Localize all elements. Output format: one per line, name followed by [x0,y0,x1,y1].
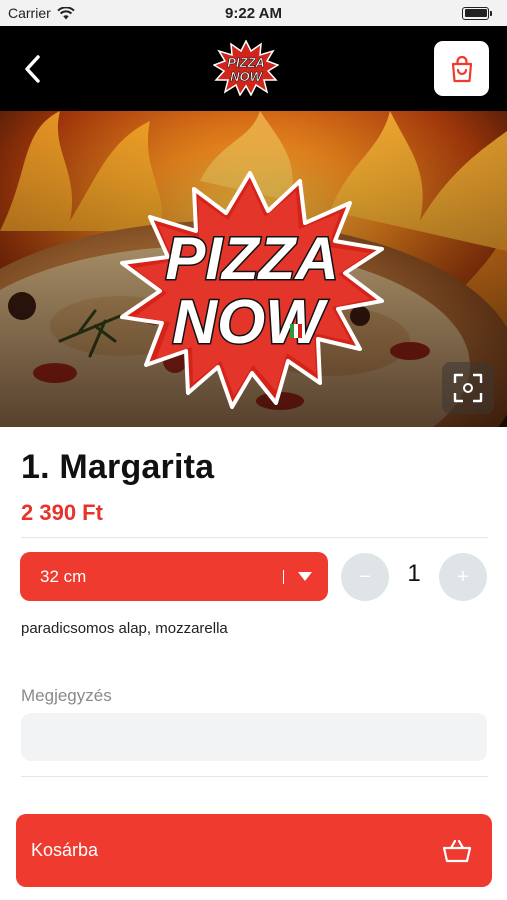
basket-icon [442,839,472,862]
note-input[interactable] [21,713,487,761]
status-left: Carrier [8,5,75,21]
plus-icon: + [457,565,469,588]
quantity-value: 1 [407,560,421,587]
size-select[interactable]: 32 cm [20,552,328,601]
status-time: 9:22 AM [225,4,282,22]
divider [21,537,488,538]
divider [21,776,488,777]
size-select-value: 32 cm [40,566,87,586]
quantity-increase-button[interactable]: + [439,553,487,601]
fullscreen-icon [453,373,483,403]
carrier-label: Carrier [8,5,51,21]
caret-down-icon [298,572,312,581]
add-to-cart-label: Kosárba [31,840,99,860]
hero-logo-line1: PIZZA [165,225,338,292]
header-logo-line2: NOW [230,69,264,84]
select-separator [282,569,284,584]
product-ingredients: paradicsomos alap, mozzarella [21,620,228,637]
note-label: Megjegyzés [21,686,112,705]
product-title: 1. Margarita [21,448,215,486]
status-bar: Carrier 9:22 AM [0,0,507,26]
back-button[interactable] [16,50,50,88]
expand-image-button[interactable] [442,362,494,414]
product-hero-image: PIZZA NOW [0,111,507,427]
product-price: 2 390 Ft [21,500,103,525]
hero-logo-line2: NOW [172,288,328,357]
add-to-cart-button[interactable]: Kosárba [16,814,492,887]
minus-icon: − [359,565,371,588]
wifi-icon [57,6,75,19]
product-detail-screen: Carrier 9:22 AM PIZZA NOW PIZZA NOW 1. M… [0,0,507,900]
battery-icon [462,6,492,20]
pizza-photo: PIZZA NOW [0,111,507,427]
header-logo: PIZZA NOW [213,40,279,96]
cart-button[interactable] [434,41,489,96]
app-header: PIZZA NOW [0,26,507,111]
header-logo-line1: PIZZA [227,55,265,70]
quantity-decrease-button[interactable]: − [341,553,389,601]
chevron-left-icon [25,55,40,83]
shopping-bag-icon [451,55,472,82]
